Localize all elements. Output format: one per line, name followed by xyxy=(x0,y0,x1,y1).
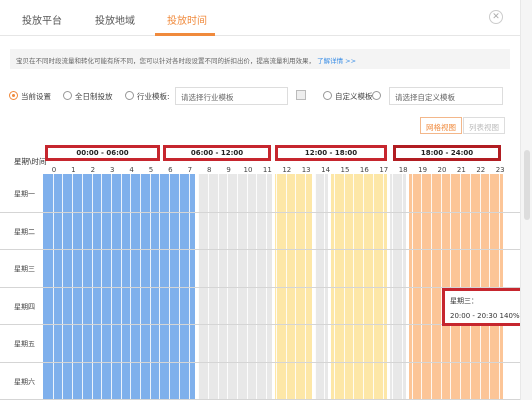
hour-tick: 12 xyxy=(282,166,292,174)
time-grid: 星期\时间 00:00 - 06:00 06:00 - 12:00 12:00 … xyxy=(0,140,520,400)
hour-tick: 0 xyxy=(51,166,57,174)
row-divider xyxy=(0,361,520,363)
custom-template-select[interactable]: 请选择自定义模板 xyxy=(389,87,503,105)
day-label: 星期二 xyxy=(14,227,35,236)
hour-tick: 16 xyxy=(359,166,369,174)
hour-tick: 14 xyxy=(321,166,331,174)
cell-tooltip: 星期三： 20:00 - 20:30 140%折扣 xyxy=(442,288,532,326)
hour-tick: 5 xyxy=(148,166,154,174)
help-square-icon[interactable] xyxy=(296,90,306,100)
hour-tick: 22 xyxy=(476,166,486,174)
list-view-button[interactable]: 列表视图 xyxy=(463,117,505,134)
hour-tick: 19 xyxy=(418,166,428,174)
hour-tick: 6 xyxy=(168,166,173,174)
day-label: 星期四 xyxy=(14,302,35,311)
tooltip-day: 星期三： xyxy=(450,297,478,305)
radio-current[interactable] xyxy=(9,91,18,100)
day-label: 星期五 xyxy=(14,340,35,348)
hour-tick: 11 xyxy=(262,166,272,174)
hour-tick: 17 xyxy=(379,166,389,174)
hour-tick: 8 xyxy=(206,166,212,174)
info-notice: 宝贝在不同时段流量和转化可能有所不同，您可以针对各时段设置不同的折扣出价，提高流… xyxy=(10,49,510,69)
learn-more-link[interactable]: 了解详情 >> xyxy=(317,57,356,65)
hour-tick: 21 xyxy=(456,166,466,174)
option-industry-label: 行业模板: xyxy=(137,92,170,101)
range-label-evening: 18:00 - 24:00 xyxy=(393,145,501,161)
radio-industry[interactable] xyxy=(125,91,134,100)
hour-tick: 9 xyxy=(226,166,231,174)
grid-header: 星期\时间 00:00 - 06:00 06:00 - 12:00 12:00 … xyxy=(0,140,520,166)
hour-tick: 15 xyxy=(340,166,350,174)
day-label: 星期一 xyxy=(14,190,35,198)
weekday-time-header: 星期\时间 xyxy=(14,157,47,166)
hour-tick: 23 xyxy=(495,166,505,174)
radio-custom-extra[interactable] xyxy=(372,91,381,100)
day-label: 星期三 xyxy=(14,265,35,273)
scrollbar[interactable] xyxy=(520,0,532,400)
radio-fullday[interactable] xyxy=(63,91,72,100)
hour-tick: 18 xyxy=(398,166,408,174)
tab-bar: 投放平台 投放地域 投放时间 xyxy=(0,0,520,36)
hour-tick: 3 xyxy=(109,166,115,174)
radio-custom[interactable] xyxy=(323,91,332,100)
hour-tick: 20 xyxy=(437,166,447,174)
hour-tick: 1 xyxy=(71,166,76,174)
row-divider xyxy=(0,249,520,250)
hour-tick: 2 xyxy=(90,166,96,174)
row-divider xyxy=(0,211,520,213)
range-label-night: 00:00 - 06:00 xyxy=(45,145,160,161)
option-fullday-label: 全日制投放 xyxy=(75,92,113,101)
tab-region[interactable]: 投放地域 xyxy=(95,12,135,27)
range-label-afternoon: 12:00 - 18:00 xyxy=(275,145,387,161)
tab-platform[interactable]: 投放平台 xyxy=(22,12,62,27)
range-label-morning: 06:00 - 12:00 xyxy=(163,145,271,161)
hour-tick: 13 xyxy=(301,166,311,174)
close-icon[interactable]: ✕ xyxy=(489,10,503,24)
tab-time[interactable]: 投放时间 xyxy=(167,12,207,27)
scroll-thumb[interactable] xyxy=(524,150,530,220)
grid-view-button[interactable]: 网格视图 xyxy=(420,117,462,134)
day-label: 星期六 xyxy=(14,377,35,386)
hour-tick: 4 xyxy=(129,166,134,174)
hour-tick: 10 xyxy=(243,166,253,174)
notice-text: 宝贝在不同时段流量和转化可能有所不同，您可以针对各时段设置不同的折扣出价，提高流… xyxy=(16,57,315,65)
industry-template-select[interactable]: 请选择行业模板 xyxy=(175,87,288,105)
active-tab-indicator xyxy=(155,33,215,36)
option-current-label: 当前设置 xyxy=(21,92,51,101)
option-custom-label: 自定义模板: xyxy=(335,92,376,101)
template-options: 当前设置 全日制投放 行业模板: 请选择行业模板 自定义模板: 请选择自定义模板 xyxy=(0,87,520,105)
hour-tick: 7 xyxy=(187,166,193,174)
time-settings-dialog: 投放平台 投放地域 投放时间 ✕ 宝贝在不同时段流量和转化可能有所不同，您可以针… xyxy=(0,0,532,400)
